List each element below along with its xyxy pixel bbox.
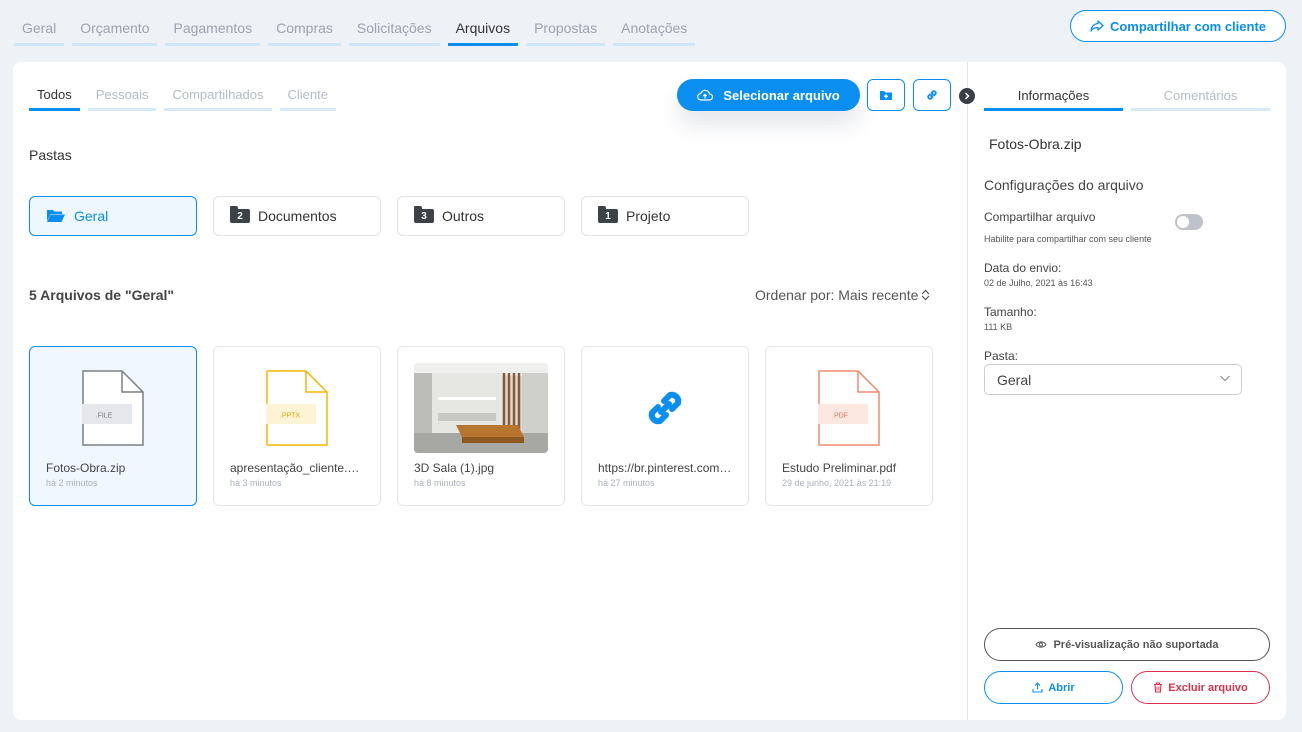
size-value: 111 KB [984,322,1013,332]
file-preview [598,363,732,453]
file-time: há 27 minutos [598,478,655,488]
file-ext-label: .PPTX [280,413,301,420]
folder-projeto[interactable]: 1 Projeto [581,196,749,236]
folder-plus-icon [880,91,892,100]
file-filter-tabs: Todos Pessoais Compartilhados Cliente [29,80,344,111]
pdf-file-icon: .PDF [818,370,880,446]
file-name: Estudo Preliminar.pdf [782,461,897,475]
pptx-file-icon: .PPTX [266,370,328,446]
open-button[interactable]: Abrir [984,671,1123,704]
tab-solicitacoes[interactable]: Solicitações [348,0,440,46]
file-name: https://br.pinterest.com/pin [598,461,734,475]
open-folder-icon [47,210,65,222]
folder-name: Geral [74,208,109,224]
sent-date-label: Data do envio: [984,261,1062,275]
file-preview: .FILE [46,363,180,453]
tab-anotacoes[interactable]: Anotações [613,0,696,46]
tab-arquivos[interactable]: Arquivos [447,0,519,46]
share-file-label: Compartilhar arquivo [984,210,1096,224]
selected-file-name: Fotos-Obra.zip [989,136,1082,152]
top-tabs: Geral Orçamento Pagamentos Compras Solic… [14,0,703,46]
file-card[interactable]: .PPTX apresentação_cliente.pptx há 3 min… [213,346,381,506]
folder-label: Pasta: [984,349,1019,363]
folder-name: Outros [442,208,485,224]
chevron-down-icon [1220,375,1230,382]
new-folder-button[interactable] [867,79,905,111]
share-with-client-button[interactable]: Compartilhar com cliente [1070,10,1286,42]
file-time: há 2 minutos [46,478,98,488]
folder-outros[interactable]: 3 Outros [397,196,565,236]
file-card[interactable]: .PDF Estudo Preliminar.pdf 29 de junho, … [765,346,933,506]
collapse-panel-chevron-icon[interactable] [959,88,975,104]
file-time: há 3 minutos [230,478,282,488]
folder-geral[interactable]: Geral [29,196,197,236]
folder-count-icon: 1 [598,206,618,223]
file-name: Fotos-Obra.zip [46,461,126,475]
file-time: 29 de junho, 2021 às 21:19 [782,478,892,488]
filter-tab-todos[interactable]: Todos [29,80,80,111]
sort-arrows-icon [921,289,930,301]
tab-comentarios[interactable]: Comentários [1131,82,1270,111]
tab-informacoes[interactable]: Informações [984,82,1123,111]
file-card[interactable]: .FILE Fotos-Obra.zip há 2 minutos [29,346,197,506]
folder-select[interactable]: Geral [984,364,1242,395]
tab-compras[interactable]: Compras [268,0,341,46]
file-time: há 8 minutos [414,478,466,488]
sent-date-value: 02 de Julho, 2021 às 16:43 [984,278,1093,288]
file-preview: .PDF [782,363,916,453]
file-settings-title: Configurações do arquivo [984,177,1144,193]
size-label: Tamanho: [984,305,1037,319]
panel-divider [967,62,968,720]
select-file-label: Selecionar arquivo [723,87,840,103]
share-with-client-label: Compartilhar com cliente [1109,18,1267,34]
share-icon [1090,20,1104,32]
share-file-toggle[interactable] [1175,214,1203,230]
folders-title: Pastas [29,147,72,163]
share-file-hint: Habilite para compartilhar com seu clien… [984,234,1152,244]
generic-file-icon: .FILE [82,370,144,446]
delete-file-label: Excluir arquivo [1168,681,1248,694]
filter-tab-compartilhados[interactable]: Compartilhados [164,80,272,111]
tab-pagamentos[interactable]: Pagamentos [165,0,261,46]
folder-select-value: Geral [997,372,1032,388]
link-icon [648,391,682,425]
delete-file-button[interactable]: Excluir arquivo [1131,671,1270,704]
eye-icon [1035,641,1048,648]
folder-name: Projeto [626,208,671,224]
sort-dropdown[interactable]: Ordenar por: Mais recente [755,287,930,303]
trash-icon [1154,682,1163,693]
preview-button[interactable]: Pré-visualização não suportada [984,628,1270,661]
open-label: Abrir [1048,681,1075,694]
tab-geral[interactable]: Geral [14,0,65,46]
file-ext-label: .FILE [96,413,113,420]
tab-propostas[interactable]: Propostas [526,0,606,46]
file-preview: .PPTX [230,363,364,453]
filter-tab-pessoais[interactable]: Pessoais [87,80,157,111]
tab-orcamento[interactable]: Orçamento [72,0,158,46]
open-external-icon [1032,682,1043,693]
filter-tab-cliente[interactable]: Cliente [279,80,336,111]
select-file-button[interactable]: Selecionar arquivo [677,79,860,111]
add-link-button[interactable] [913,79,951,111]
folder-documentos[interactable]: 2 Documentos [213,196,381,236]
file-card[interactable]: https://br.pinterest.com/pin há 27 minut… [581,346,749,506]
preview-label: Pré-visualização não suportada [1053,638,1219,651]
file-name: apresentação_cliente.pptx [230,461,366,475]
file-ext-label: .PDF [832,413,848,420]
folder-count-icon: 2 [230,206,250,223]
files-count-title: 5 Arquivos de "Geral" [29,287,175,303]
image-thumbnail [414,363,548,453]
folder-name: Documentos [258,208,337,224]
sort-label: Ordenar por: Mais recente [755,287,919,303]
folder-count-icon: 3 [414,206,434,223]
cloud-upload-icon [697,89,714,101]
file-name: 3D Sala (1).jpg [414,461,495,475]
link-icon [927,90,937,100]
file-card[interactable]: 3D Sala (1).jpg há 8 minutos [397,346,565,506]
file-preview [414,363,548,453]
